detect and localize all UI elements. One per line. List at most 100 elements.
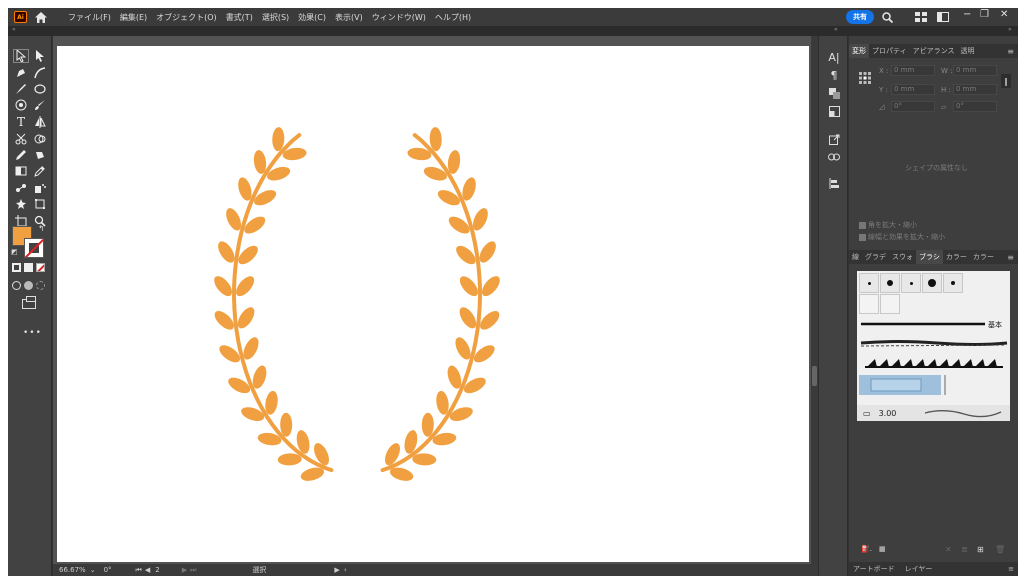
menu-file[interactable]: ファイル(F) — [68, 12, 111, 23]
color-mode-icon[interactable] — [12, 263, 21, 272]
swap-colors-icon[interactable]: ↰ — [38, 224, 45, 233]
default-colors-icon[interactable]: ◩ — [11, 248, 18, 256]
shear-angle-field[interactable]: 0° — [953, 101, 997, 112]
last-artboard-icon[interactable]: ⏭ — [190, 566, 196, 575]
laurel-wreath-artwork[interactable] — [57, 46, 809, 562]
wreath-leaf[interactable] — [479, 273, 504, 299]
close-icon[interactable]: ✕ — [1000, 9, 1008, 20]
collapse-arrows-icon[interactable]: » — [1008, 26, 1012, 33]
delete-brush-icon[interactable]: 🗑 — [995, 545, 1005, 554]
tab-swatches[interactable]: スウォ — [889, 252, 916, 262]
symbol-sprayer-tool-icon[interactable] — [32, 181, 48, 195]
ellipse-tool-icon[interactable] — [32, 82, 48, 96]
gradient-tool-icon[interactable] — [13, 164, 29, 178]
home-icon[interactable] — [34, 10, 48, 24]
menu-select[interactable]: 選択(S) — [262, 12, 289, 23]
brush-stroke-previews[interactable] — [857, 317, 1010, 405]
tab-properties[interactable]: プロパティ — [869, 46, 910, 56]
menu-object[interactable]: オブジェクト(O) — [156, 12, 217, 23]
workspace-icon[interactable] — [936, 11, 950, 23]
reference-point-icon[interactable] — [859, 72, 871, 84]
draw-behind-icon[interactable] — [24, 281, 33, 290]
wreath-leaf[interactable] — [277, 453, 302, 466]
scale-corners-checkbox[interactable]: 角を拡大・縮小 — [859, 220, 917, 230]
zoom-dropdown-icon[interactable]: ⌄ — [90, 566, 96, 574]
libraries-icon[interactable] — [827, 86, 841, 100]
new-brush-icon[interactable]: ⊞ — [977, 545, 984, 554]
free-transform-tool-icon[interactable] — [32, 197, 48, 211]
tab-artboards[interactable]: アートボード — [853, 564, 895, 574]
share-button[interactable]: 共有 — [846, 10, 874, 24]
search-icon[interactable] — [880, 11, 894, 23]
blend-tool-icon[interactable] — [13, 181, 29, 195]
prev-artboard-icon[interactable]: ◀ — [145, 566, 150, 574]
curvature-tool-icon[interactable] — [32, 66, 48, 80]
gradient-mode-icon[interactable] — [24, 263, 33, 272]
brush-dot-small[interactable] — [859, 273, 879, 293]
collapse-arrows-icon[interactable]: « — [12, 26, 16, 33]
collapse-arrows-icon[interactable]: « — [834, 26, 838, 33]
next-artboard-icon[interactable]: ▶ — [182, 566, 187, 574]
reflect-tool-icon[interactable] — [32, 115, 48, 129]
scroll-thumb[interactable] — [812, 366, 817, 386]
status-menu-arrow-icon[interactable]: ▶ — [334, 566, 339, 574]
brush-options-icon[interactable]: ≣ — [961, 545, 968, 554]
tab-transform[interactable]: 変形 — [849, 44, 869, 58]
puppet-warp-tool-icon[interactable] — [13, 197, 29, 211]
draw-normal-icon[interactable] — [12, 281, 21, 290]
wreath-leaf[interactable] — [412, 453, 437, 466]
pencil-tool-icon[interactable] — [13, 148, 29, 162]
brush-libraries-icon[interactable]: ⛽. — [861, 545, 872, 553]
y-field[interactable]: 0 mm — [891, 84, 935, 95]
brush-dot-medium[interactable] — [880, 273, 900, 293]
first-artboard-icon[interactable]: ⏮ — [136, 566, 142, 575]
blob-brush-tool-icon[interactable] — [13, 82, 29, 96]
edit-toolbar-button[interactable]: ••• — [23, 328, 42, 338]
brush-dot-small-3[interactable] — [943, 273, 963, 293]
restore-icon[interactable]: ❐ — [980, 9, 989, 20]
arrange-documents-icon[interactable] — [914, 11, 928, 23]
brush-dot-small-2[interactable] — [901, 273, 921, 293]
flare-tool-icon[interactable] — [13, 98, 29, 112]
pen-tool-icon[interactable] — [13, 66, 29, 80]
tab-transparency[interactable]: 透明 — [957, 46, 977, 56]
scale-strokes-checkbox[interactable]: 線幅と効果を拡大・縮小 — [859, 232, 945, 242]
panel-menu-icon[interactable]: ≡ — [1007, 47, 1014, 56]
x-field[interactable]: 0 mm — [891, 65, 935, 76]
menu-window[interactable]: ウィンドウ(W) — [372, 12, 426, 23]
stroke-weight-value[interactable]: 3.00 — [879, 409, 897, 418]
tab-appearance[interactable]: アピアランス — [910, 46, 958, 56]
menu-type[interactable]: 書式(T) — [226, 12, 253, 23]
zoom-level-field[interactable]: 66.67% — [59, 566, 86, 574]
tab-gradient[interactable]: グラデ — [862, 252, 889, 262]
menu-edit[interactable]: 編集(E) — [120, 12, 147, 23]
panel-menu-icon[interactable]: ≡ — [1008, 565, 1014, 573]
document-canvas[interactable] — [53, 36, 818, 564]
direct-selection-tool-icon[interactable] — [32, 49, 48, 63]
paintbrush-tool-icon[interactable] — [32, 98, 48, 112]
remove-brush-stroke-icon[interactable]: ✕ — [945, 545, 952, 554]
stroke-profile-preview[interactable] — [924, 408, 1002, 418]
scroll-left-icon[interactable]: ‹ — [344, 566, 347, 574]
shape-builder-tool-icon[interactable] — [32, 132, 48, 146]
brush-empty-slot[interactable] — [880, 294, 900, 314]
menu-help[interactable]: ヘルプ(H) — [435, 12, 471, 23]
tab-layers[interactable]: レイヤー — [905, 564, 933, 574]
type-tool-icon[interactable]: T — [13, 115, 29, 129]
draw-inside-icon[interactable] — [36, 281, 45, 290]
panel-menu-icon[interactable]: ≡ — [1007, 253, 1014, 262]
tab-color-guide[interactable]: カラー — [970, 252, 997, 262]
rotation-field[interactable]: 0° — [104, 566, 112, 574]
brush-dot-large[interactable] — [922, 273, 942, 293]
screen-mode-icon[interactable] — [22, 296, 36, 309]
export-icon[interactable] — [827, 132, 841, 146]
wreath-leaf[interactable] — [421, 412, 434, 437]
tab-brushes[interactable]: ブラシ — [916, 250, 943, 264]
align-panel-icon[interactable] — [827, 176, 841, 190]
rotation-angle-field[interactable]: 0° — [891, 101, 935, 112]
eyedropper-tool-icon[interactable] — [32, 164, 48, 178]
menu-effect[interactable]: 効果(C) — [298, 12, 326, 23]
wreath-leaf[interactable] — [211, 273, 236, 299]
artboard-number-field[interactable]: 2 — [155, 566, 159, 574]
paragraph-panel-icon[interactable]: ¶ — [827, 68, 841, 82]
